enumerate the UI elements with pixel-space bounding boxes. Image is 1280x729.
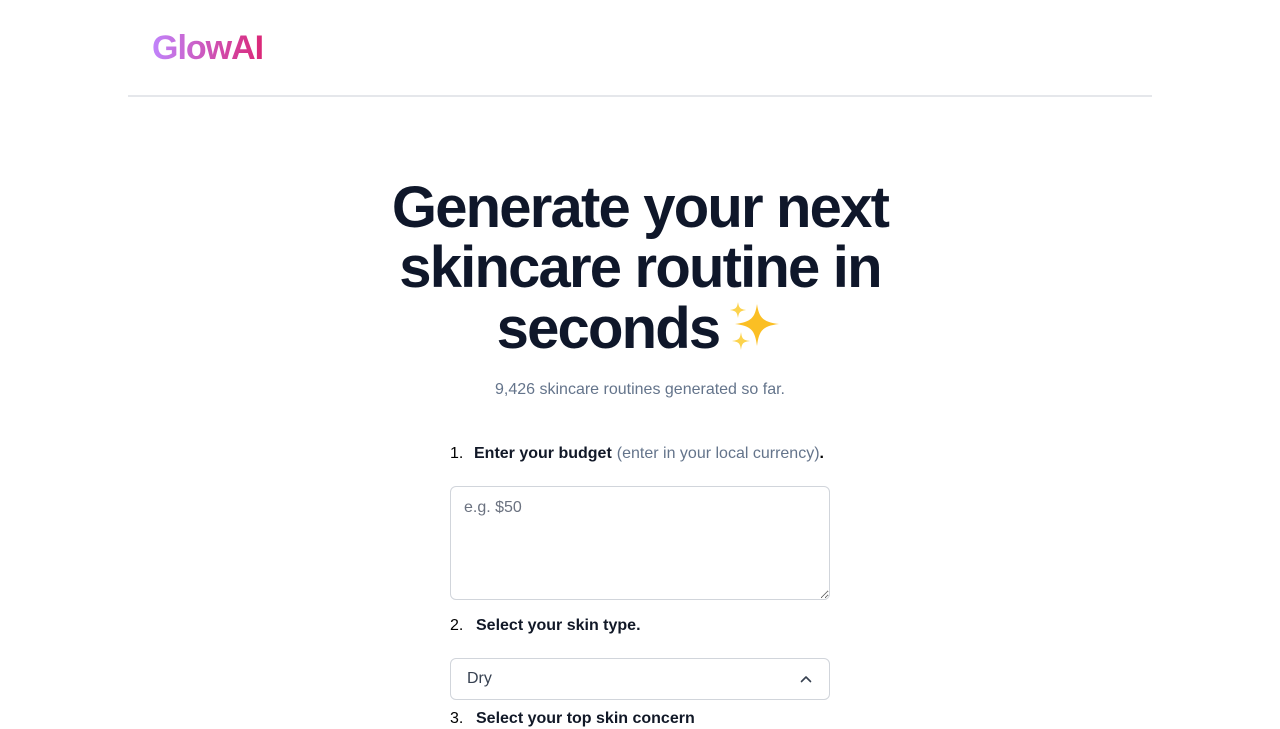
chevron-up-icon [800,676,812,683]
step-budget-label: 1. Enter your budget (enter in your loca… [450,444,850,464]
skin-type-selected-value: Dry [467,670,492,687]
step-label: Select your skin type. [476,617,641,634]
title-line-2: skincare routine in [399,235,882,300]
title-line-1: Generate your next [391,175,890,240]
step-number: 3. [450,710,464,727]
sparkles-icon [730,302,780,350]
logo[interactable]: GlowAI [152,28,264,68]
site-header: GlowAI [128,0,1152,97]
step-skin-concern-label: 3. Select your top skin concern [450,709,850,729]
budget-input[interactable] [450,486,830,600]
title-line-3: seconds [496,296,722,361]
step-suffix: . [819,445,824,462]
step-label: Select your top skin concern [476,710,695,727]
step-label: Enter your budget [474,445,612,462]
step-number: 1. [450,445,464,462]
page-title: Generate your next skincare routine in s… [340,178,940,359]
routines-counter: 9,426 skincare routines generated so far… [495,381,785,398]
skin-type-select[interactable]: Dry [450,658,830,700]
step-number: 2. [450,617,464,634]
step-skin-type-label: 2. Select your skin type. [450,616,850,636]
step-hint: (enter in your local currency) [616,445,820,462]
